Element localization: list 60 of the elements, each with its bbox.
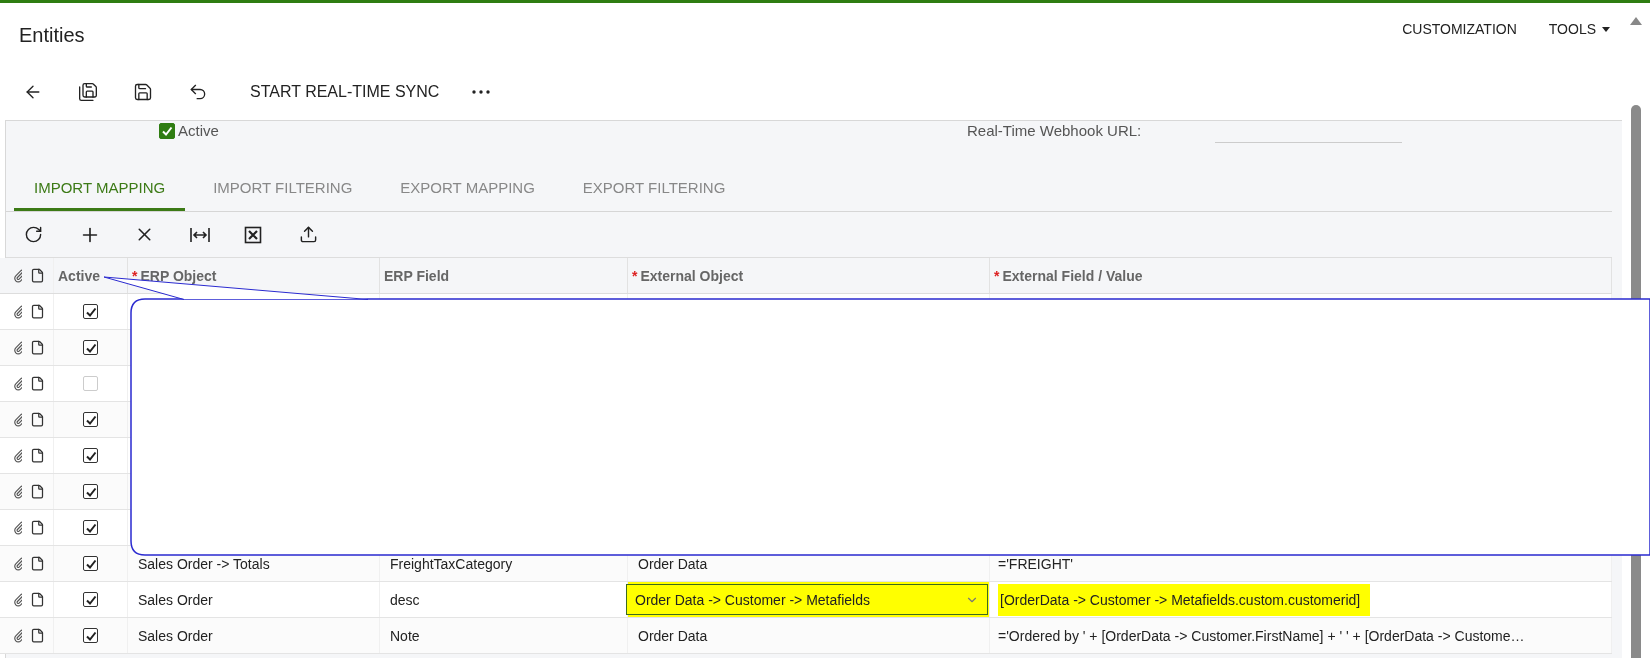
column-header[interactable]: External Field / Value	[1002, 267, 1143, 284]
row-checkbox[interactable]	[83, 520, 98, 535]
table-cell: Sales Order	[138, 627, 213, 644]
table-cell: Order Data	[638, 555, 708, 572]
file-icon[interactable]	[30, 448, 45, 463]
row-checkbox[interactable]	[83, 628, 98, 643]
table-cell: Order Data	[638, 627, 708, 644]
active-checkbox[interactable]	[159, 122, 175, 139]
more-icon	[472, 89, 491, 94]
required-mark: *	[994, 267, 1000, 284]
file-icon	[30, 268, 45, 283]
menu-link[interactable]: TOOLS	[1548, 21, 1610, 37]
nav-link[interactable]: CUSTOMIZATION	[1402, 21, 1517, 37]
file-icon[interactable]	[30, 376, 45, 391]
file-icon[interactable]	[30, 412, 45, 427]
file-icon[interactable]	[30, 340, 45, 355]
row-checkbox[interactable]	[83, 592, 98, 607]
tab[interactable]: EXPORT MAPPING	[380, 168, 555, 211]
excel-icon	[244, 225, 262, 244]
row-checkbox[interactable]	[83, 484, 98, 499]
column-header[interactable]: Active	[58, 267, 101, 284]
file-icon[interactable]	[30, 628, 45, 643]
column-header[interactable]: ERP Field	[384, 267, 450, 284]
table-cell: FreightTaxCategory	[390, 555, 513, 572]
refresh-icon	[24, 225, 43, 244]
column-header[interactable]: External Object	[640, 267, 744, 284]
row-checkbox[interactable]	[83, 412, 98, 427]
column-header[interactable]: ERP Object	[140, 267, 217, 284]
sync-button[interactable]: START REAL-TIME SYNC	[240, 73, 470, 110]
webhook-url-field[interactable]	[1215, 139, 1403, 143]
row-checkbox[interactable]	[83, 340, 98, 355]
table-cell: Sales Order	[138, 591, 213, 608]
save-close-icon	[78, 81, 98, 102]
file-icon[interactable]	[30, 304, 45, 319]
required-mark: *	[132, 267, 138, 284]
row-checkbox[interactable]	[83, 556, 98, 571]
save-icon	[133, 81, 153, 102]
row-checkbox[interactable]	[83, 448, 98, 463]
upload-icon	[299, 225, 318, 244]
table-cell: desc	[390, 591, 420, 608]
table-cell: ='FREIGHT'	[998, 555, 1073, 572]
fit-width-icon	[189, 225, 211, 244]
file-icon[interactable]	[30, 592, 45, 607]
active-label: Active	[178, 122, 219, 139]
file-icon[interactable]	[30, 520, 45, 535]
table-cell: ='Ordered by ' + [OrderData -> Customer.FirstName] + ' ' + [OrderData -> Custome…	[998, 627, 1525, 644]
file-icon[interactable]	[30, 484, 45, 499]
table-cell: [OrderData -> Customer -> Metafields.custom.customerid]	[998, 583, 1371, 616]
tab[interactable]: IMPORT FILTERING	[193, 168, 373, 211]
tab[interactable]: EXPORT FILTERING	[562, 168, 746, 211]
file-icon[interactable]	[30, 556, 45, 571]
page-title: Entities	[19, 23, 86, 47]
table-cell: Sales Order -> Totals	[138, 555, 270, 572]
tab[interactable]: IMPORT MAPPING	[14, 168, 186, 211]
table-cell: Note	[390, 627, 420, 644]
webhook-label: Real-Time Webhook URL:	[967, 122, 1142, 139]
caret-icon	[1602, 26, 1610, 32]
object-dropdown[interactable]: Order Data -> Customer -> Metafields	[626, 584, 988, 615]
row-checkbox[interactable]	[83, 304, 98, 319]
required-mark: *	[632, 267, 638, 284]
